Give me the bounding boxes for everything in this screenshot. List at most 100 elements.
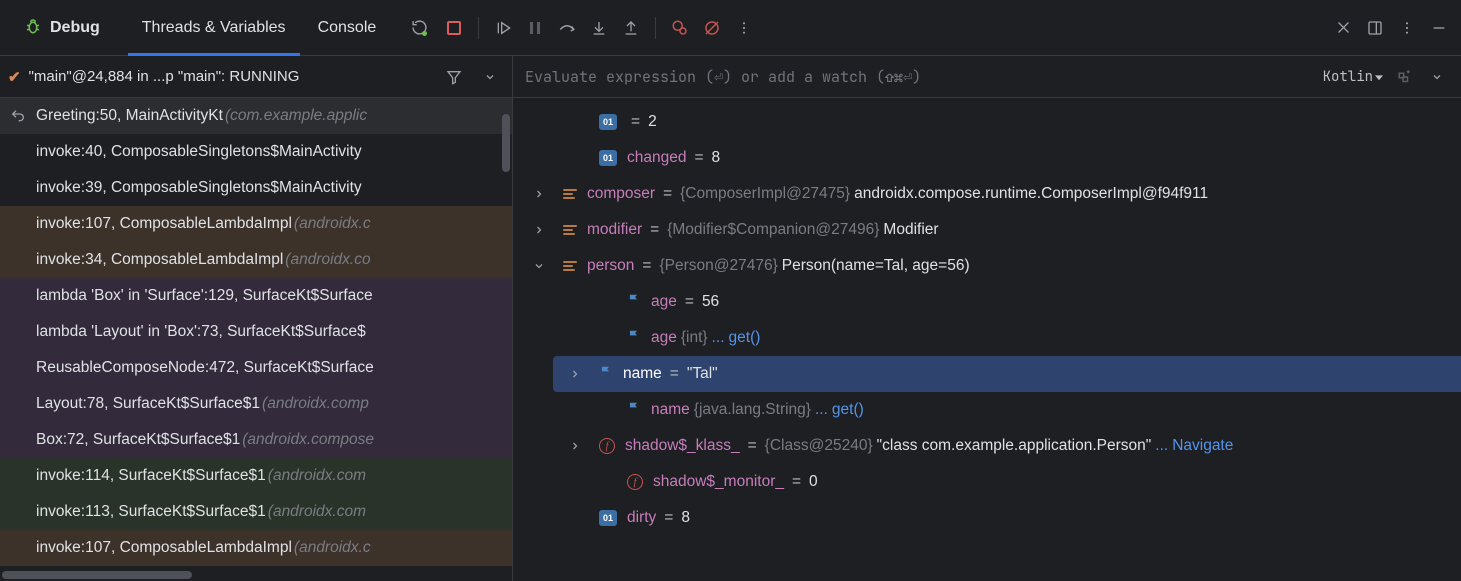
expand-arrow[interactable] <box>525 188 553 200</box>
variable-name: composer <box>587 185 655 203</box>
variable-type: {int} <box>681 329 708 347</box>
stack-frame[interactable]: invoke:107, ComposableLambdaImpl (androi… <box>0 530 512 566</box>
undo-icon <box>10 108 26 124</box>
frames-panel: ✔ "main"@24,884 in ...p "main": RUNNING … <box>0 56 513 581</box>
variable-row[interactable]: composer = {ComposerImpl@27475} androidx… <box>513 176 1461 212</box>
mute-breakpoints-icon[interactable] <box>698 14 726 42</box>
debug-title: Debug <box>50 19 100 37</box>
object-badge <box>563 189 577 199</box>
pause-icon[interactable] <box>521 14 549 42</box>
stack-frame[interactable]: invoke:34, ComposableLambdaImpl (android… <box>0 242 512 278</box>
variable-value: Modifier <box>883 221 938 239</box>
view-breakpoints-icon[interactable] <box>666 14 694 42</box>
stack-frame[interactable]: lambda 'Layout' in 'Box':73, SurfaceKt$S… <box>0 314 512 350</box>
stack-frame[interactable]: invoke:107, ComposableLambdaImpl (androi… <box>0 206 512 242</box>
variable-type: {Class@25240} <box>765 437 873 455</box>
stack-frame[interactable]: invoke:39, ComposableSingletons$MainActi… <box>0 170 512 206</box>
eval-dropdown-icon[interactable] <box>1423 63 1451 91</box>
variable-value: "Tal" <box>687 365 718 383</box>
int-badge: 01 <box>599 114 617 130</box>
variable-action-link[interactable]: Navigate <box>1172 437 1233 455</box>
step-over-icon[interactable] <box>553 14 581 42</box>
frames-list[interactable]: Greeting:50, MainActivityKt (com.example… <box>0 98 512 581</box>
debug-topbar: Debug Threads & Variables Console <box>0 0 1461 56</box>
variable-name: person <box>587 257 634 275</box>
variable-value: 2 <box>648 113 657 131</box>
vertical-scrollbar[interactable] <box>502 114 510 172</box>
variable-row[interactable]: age {int} ... get() <box>513 320 1461 356</box>
variable-name: name <box>623 365 662 383</box>
resume-icon[interactable] <box>489 14 517 42</box>
evaluate-bar: Evaluate expression (⏎) or add a watch (… <box>513 56 1461 98</box>
stack-frame[interactable]: invoke:113, SurfaceKt$Surface$1 (android… <box>0 494 512 530</box>
variable-name: age <box>651 329 677 347</box>
variable-row[interactable]: modifier = {Modifier$Companion@27496} Mo… <box>513 212 1461 248</box>
step-into-icon[interactable] <box>585 14 613 42</box>
horizontal-scrollbar[interactable] <box>2 571 192 579</box>
stack-frame[interactable]: invoke:40, ComposableSingletons$MainActi… <box>0 134 512 170</box>
language-selector[interactable]: Kotlin <box>1323 68 1383 86</box>
variable-row[interactable]: fshadow$_monitor_ = 0 <box>513 464 1461 500</box>
variable-name: age <box>651 293 677 311</box>
layout-icon[interactable] <box>1361 14 1389 42</box>
stop-icon[interactable] <box>440 14 468 42</box>
expand-arrow[interactable] <box>525 260 553 272</box>
variable-row[interactable]: 01changed = 8 <box>513 140 1461 176</box>
field-f-icon: f <box>627 474 643 490</box>
options-icon[interactable] <box>1393 14 1421 42</box>
variable-row[interactable]: 01= 2 <box>513 104 1461 140</box>
variable-action-link[interactable]: get() <box>832 401 864 419</box>
object-badge <box>563 261 577 271</box>
rerun-icon[interactable] <box>408 14 436 42</box>
close-icon[interactable] <box>1329 14 1357 42</box>
field-flag-icon <box>627 401 641 420</box>
variable-row[interactable]: name {java.lang.String} ... get() <box>513 392 1461 428</box>
variable-name: modifier <box>587 221 642 239</box>
int-badge: 01 <box>599 510 617 526</box>
filter-icon[interactable] <box>440 63 468 91</box>
variable-name: changed <box>627 149 686 167</box>
minimize-icon[interactable] <box>1425 14 1453 42</box>
stack-frame[interactable]: ReusableComposeNode:472, SurfaceKt$Surfa… <box>0 350 512 386</box>
stack-frame[interactable]: Layout:78, SurfaceKt$Surface$1 (androidx… <box>0 386 512 422</box>
variable-name: shadow$_monitor_ <box>653 473 784 491</box>
expand-arrow[interactable] <box>525 224 553 236</box>
variable-row[interactable]: 01dirty = 8 <box>513 500 1461 536</box>
variable-action-link[interactable]: get() <box>729 329 761 347</box>
stack-frame[interactable]: Box:72, SurfaceKt$Surface$1 (androidx.co… <box>0 422 512 458</box>
variable-row[interactable]: age = 56 <box>513 284 1461 320</box>
check-icon: ✔ <box>8 68 21 86</box>
stack-frame[interactable]: invoke:114, SurfaceKt$Surface$1 (android… <box>0 458 512 494</box>
evaluate-input[interactable]: Evaluate expression (⏎) or add a watch (… <box>523 67 1317 87</box>
variable-row[interactable]: fshadow$_klass_ = {Class@25240} "class c… <box>513 428 1461 464</box>
object-badge <box>563 225 577 235</box>
variable-name: shadow$_klass_ <box>625 437 740 455</box>
thread-title[interactable]: "main"@24,884 in ...p "main": RUNNING <box>29 68 432 85</box>
variable-row[interactable]: name = "Tal" <box>553 356 1461 392</box>
step-out-icon[interactable] <box>617 14 645 42</box>
variables-tree[interactable]: 01= 201changed = 8composer = {ComposerIm… <box>513 98 1461 581</box>
more-icon[interactable] <box>730 14 758 42</box>
variable-type: {Person@27476} <box>659 257 777 275</box>
variable-value: "class com.example.application.Person" <box>877 437 1152 455</box>
variable-row[interactable]: person = {Person@27476} Person(name=Tal,… <box>513 248 1461 284</box>
tab-threads-variables[interactable]: Threads & Variables <box>128 0 300 55</box>
tab-console[interactable]: Console <box>304 0 391 55</box>
stack-frame[interactable]: Greeting:50, MainActivityKt (com.example… <box>0 98 512 134</box>
field-f-icon: f <box>599 438 615 454</box>
variable-name: dirty <box>627 509 656 527</box>
variable-type: {Modifier$Companion@27496} <box>667 221 879 239</box>
field-flag-icon <box>599 365 613 384</box>
variable-value: Person(name=Tal, age=56) <box>782 257 970 275</box>
main-content: ✔ "main"@24,884 in ...p "main": RUNNING … <box>0 56 1461 581</box>
variable-name: name <box>651 401 690 419</box>
add-watch-icon[interactable] <box>1389 63 1417 91</box>
thread-dropdown-icon[interactable] <box>476 63 504 91</box>
expand-arrow[interactable] <box>561 440 589 452</box>
int-badge: 01 <box>599 150 617 166</box>
variable-value: 8 <box>681 509 690 527</box>
field-flag-icon <box>627 329 641 348</box>
stack-frame[interactable]: lambda 'Box' in 'Surface':129, SurfaceKt… <box>0 278 512 314</box>
variable-value: androidx.compose.runtime.ComposerImpl@f9… <box>854 185 1208 203</box>
expand-arrow[interactable] <box>561 368 589 380</box>
